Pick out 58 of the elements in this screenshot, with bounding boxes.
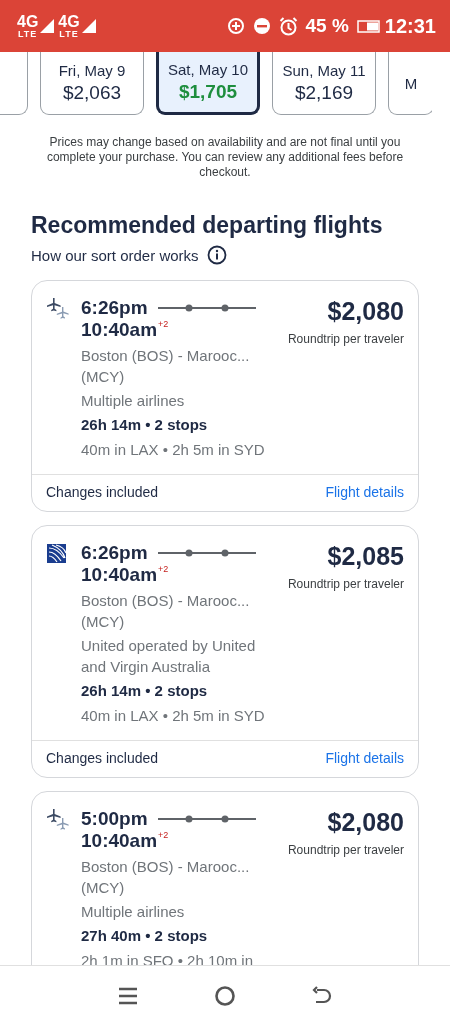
flight-price: $2,080 xyxy=(327,808,404,837)
alarm-icon xyxy=(278,16,298,36)
route-text: Boston (BOS) - Marooc... xyxy=(81,346,251,366)
date-tab[interactable]: Fri, May 9 $2,063 xyxy=(40,52,144,115)
date-tab[interactable]: Sat, May 10 $1,705 xyxy=(156,52,260,115)
battery-percent: 45 % xyxy=(305,15,349,37)
changes-note: Changes included xyxy=(46,484,159,500)
battery-icon xyxy=(356,19,381,33)
section-heading: Recommended departing flights xyxy=(31,212,384,239)
changes-note: Changes included xyxy=(46,750,159,766)
airport-code: (MCY) xyxy=(81,612,126,632)
airport-code: (MCY) xyxy=(81,367,126,387)
flight-price: $2,085 xyxy=(327,542,404,571)
route-text: Boston (BOS) - Marooc... xyxy=(81,857,251,877)
departure-time: 6:26pm xyxy=(81,297,148,319)
price-note: Roundtrip per traveler xyxy=(287,332,404,346)
day-offset: +2 xyxy=(158,319,169,329)
layover-text: 40m in LAX • 2h 5m in SYD xyxy=(81,440,266,460)
price-note: Roundtrip per traveler xyxy=(287,577,404,591)
flight-details-link[interactable]: Flight details xyxy=(325,750,404,766)
flight-details-link[interactable]: Flight details xyxy=(325,484,404,500)
airline-name: Multiple airlines xyxy=(81,902,186,922)
departure-time: 5:00pm xyxy=(81,808,148,830)
network-subtype: LTE xyxy=(59,29,79,39)
departure-time: 6:26pm xyxy=(81,542,148,564)
day-offset: +2 xyxy=(158,564,169,574)
network-type: 4G xyxy=(58,13,80,30)
airline-name: United operated by United and Virgin Australia xyxy=(81,636,257,677)
arrival-time: 10:40am xyxy=(81,564,158,586)
airline-name: Multiple airlines xyxy=(81,391,186,411)
airplanes-icon xyxy=(46,808,70,832)
arrival-time: 10:40am xyxy=(81,830,158,852)
duration-stops: 26h 14m • 2 stops xyxy=(81,682,209,699)
back-icon[interactable] xyxy=(312,986,332,1006)
price-note: Roundtrip per traveler xyxy=(287,843,404,857)
clock-time: 12:31 xyxy=(384,14,436,38)
flight-price: $2,080 xyxy=(327,297,404,326)
signal-icon xyxy=(81,19,96,33)
home-icon[interactable] xyxy=(214,985,236,1007)
sort-order-link[interactable]: How our sort order works xyxy=(31,246,199,264)
price-notice: Prices may change based on availability and are not final until you complete your purchase. You can review any additional fees before checkout. xyxy=(45,134,405,180)
info-icon[interactable] xyxy=(206,245,227,265)
date-tab[interactable]: Sun, May 11 $2,169 xyxy=(272,52,376,115)
date-tab[interactable]: M xyxy=(388,52,432,115)
layover-text: 40m in LAX • 2h 5m in SYD xyxy=(81,706,266,726)
arrival-time: 10:40am xyxy=(81,319,158,341)
day-offset: +2 xyxy=(158,830,169,840)
route-text: Boston (BOS) - Marooc... xyxy=(81,591,251,611)
airport-code: (MCY) xyxy=(81,878,126,898)
duration-stops: 26h 14m • 2 stops xyxy=(81,416,209,433)
do-not-disturb-icon xyxy=(252,17,271,35)
menu-icon[interactable] xyxy=(118,987,138,1005)
duration-stops: 27h 40m • 2 stops xyxy=(81,927,209,944)
airplanes-icon xyxy=(46,297,70,321)
network-type: 4G xyxy=(17,13,39,30)
data-saver-icon xyxy=(226,17,245,35)
network-subtype: LTE xyxy=(18,29,38,39)
signal-icon xyxy=(40,19,55,33)
